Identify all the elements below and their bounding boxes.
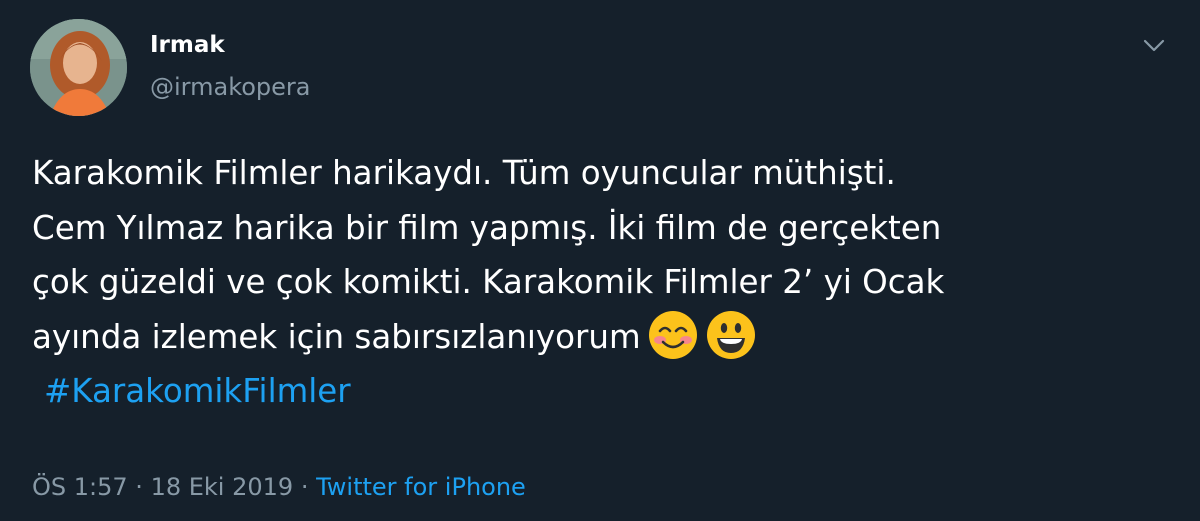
tweet-text-line: ayında izlemek için sabırsızlanıyorum — [32, 317, 641, 356]
display-name[interactable]: Irmak — [150, 30, 225, 60]
meta-separator: · — [135, 473, 143, 501]
tweet-text: Karakomik Filmler harikaydı. Tüm oyuncul… — [32, 146, 1182, 419]
chevron-down-icon[interactable] — [1138, 30, 1170, 62]
smiling-face-with-smiling-eyes-icon — [648, 310, 697, 359]
avatar[interactable] — [30, 19, 127, 116]
tweet-text-line-with-emoji: ayında izlemek için sabırsızlanıyorum — [32, 310, 1182, 365]
tweet-source-link[interactable]: Twitter for iPhone — [316, 473, 526, 501]
grinning-face-icon — [706, 310, 755, 359]
user-handle[interactable]: @irmakopera — [150, 72, 311, 102]
meta-separator: · — [300, 473, 309, 501]
tweet-date[interactable]: 18 Eki 2019 — [151, 473, 294, 501]
tweet-time[interactable]: ÖS 1:57 — [32, 473, 128, 501]
avatar-image — [30, 19, 127, 116]
tweet-text-line: Cem Yılmaz harika bir film yapmış. İki f… — [32, 208, 942, 247]
tweet-card: Irmak @irmakopera Karakomik Filmler hari… — [0, 0, 1200, 521]
tweet-text-line: Karakomik Filmler harikaydı. Tüm oyuncul… — [32, 154, 896, 192]
hashtag-link[interactable]: #KarakomikFilmler — [32, 364, 1182, 419]
tweet-text-line: çok güzeldi ve çok komikti. Karakomik Fi… — [32, 263, 945, 301]
tweet-meta: ÖS 1:57 · 18 Eki 2019 · Twitter for iPho… — [32, 470, 526, 504]
